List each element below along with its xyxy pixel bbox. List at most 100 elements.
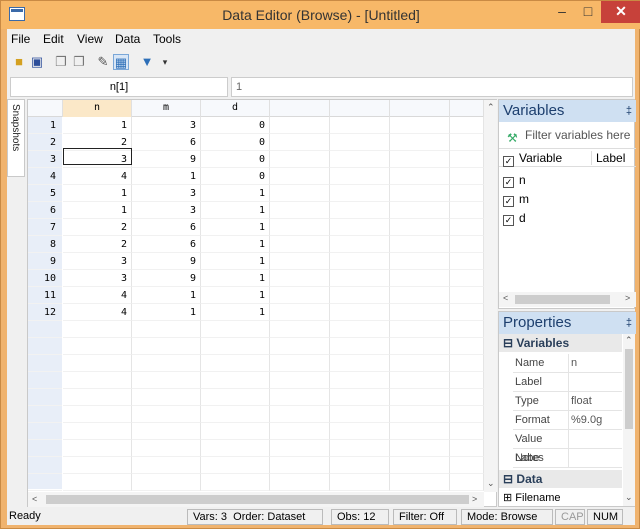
grid-cell-empty[interactable]: [390, 236, 450, 253]
column-header-m[interactable]: m: [132, 100, 201, 117]
grid-cell-empty[interactable]: [450, 321, 484, 338]
minimize-button[interactable]: –: [549, 1, 575, 23]
grid-cell-empty[interactable]: [330, 202, 390, 219]
pin-icon[interactable]: ‡: [626, 100, 632, 122]
grid-cell-empty[interactable]: [330, 287, 390, 304]
grid-cell-empty[interactable]: [390, 270, 450, 287]
grid-cell-empty[interactable]: [330, 321, 390, 338]
grid-cell-empty[interactable]: [330, 406, 390, 423]
grid-cell-n[interactable]: 1: [63, 185, 132, 202]
grid-cell-d[interactable]: [201, 406, 270, 423]
grid-cell-m[interactable]: [132, 338, 201, 355]
pin-icon[interactable]: ‡: [626, 312, 632, 334]
grid-cell-empty[interactable]: [270, 202, 330, 219]
scroll-down-icon[interactable]: ⌄: [625, 492, 633, 503]
grid-cell-empty[interactable]: [330, 338, 390, 355]
menu-tools[interactable]: Tools: [153, 32, 181, 46]
checkbox-icon[interactable]: ✓: [503, 196, 514, 207]
grid-cell-empty[interactable]: [450, 457, 484, 474]
grid-cell-empty[interactable]: [450, 151, 484, 168]
horizontal-scroll-thumb[interactable]: [46, 495, 469, 504]
grid-cell-d[interactable]: 1: [201, 270, 270, 287]
snapshots-tab[interactable]: Snapshots: [7, 99, 25, 177]
grid-cell-empty[interactable]: [390, 355, 450, 372]
grid-cell-empty[interactable]: [270, 134, 330, 151]
grid-cell-m[interactable]: [132, 423, 201, 440]
grid-cell-n[interactable]: 1: [63, 117, 132, 134]
grid-cell-d[interactable]: [201, 457, 270, 474]
grid-cell-m[interactable]: 3: [132, 185, 201, 202]
grid-cell-empty[interactable]: [330, 440, 390, 457]
property-row-filename[interactable]: ⊞ Filename: [503, 489, 622, 508]
row-header[interactable]: 11: [28, 287, 62, 304]
collapse-icon[interactable]: ⊟: [503, 472, 513, 486]
grid-cell-m[interactable]: [132, 406, 201, 423]
expand-icon[interactable]: ⊞: [503, 492, 512, 504]
variables-horizontal-scrollbar[interactable]: < >: [499, 292, 636, 307]
grid-cell-m[interactable]: [132, 355, 201, 372]
grid-cell-m[interactable]: 6: [132, 219, 201, 236]
grid-horizontal-scrollbar[interactable]: < >: [28, 492, 484, 507]
grid-cell-d[interactable]: 1: [201, 253, 270, 270]
grid-cell-empty[interactable]: [390, 185, 450, 202]
grid-cell-d[interactable]: 1: [201, 236, 270, 253]
grid-cell-d[interactable]: [201, 355, 270, 372]
checkbox-icon[interactable]: ✓: [503, 215, 514, 226]
grid-cell-empty[interactable]: [330, 389, 390, 406]
column-header-n[interactable]: n: [63, 100, 132, 117]
row-header[interactable]: 4: [28, 168, 62, 185]
grid-cell-empty[interactable]: [270, 236, 330, 253]
grid-cell-empty[interactable]: [450, 474, 484, 491]
grid-cell-empty[interactable]: [450, 253, 484, 270]
grid-cell-empty[interactable]: [270, 253, 330, 270]
row-header[interactable]: [28, 423, 62, 440]
grid-cell-empty[interactable]: [390, 151, 450, 168]
grid-cell-empty[interactable]: [270, 321, 330, 338]
menu-edit[interactable]: Edit: [43, 32, 64, 46]
grid-cell-m[interactable]: 1: [132, 168, 201, 185]
row-header[interactable]: 8: [28, 236, 62, 253]
grid-cell-n[interactable]: [63, 389, 132, 406]
maximize-button[interactable]: □: [575, 1, 601, 23]
scroll-left-icon[interactable]: <: [503, 293, 508, 303]
data-grid[interactable]: n m d 1130226033904410513161317261826193…: [27, 99, 497, 507]
grid-cell-empty[interactable]: [450, 423, 484, 440]
grid-cell-empty[interactable]: [270, 372, 330, 389]
grid-cell-empty[interactable]: [450, 372, 484, 389]
close-button[interactable]: ✕: [601, 1, 640, 23]
grid-cell-n[interactable]: [63, 423, 132, 440]
grid-cell-empty[interactable]: [330, 219, 390, 236]
grid-cell-empty[interactable]: [330, 423, 390, 440]
grid-cell-empty[interactable]: [330, 134, 390, 151]
open-icon[interactable]: ■: [11, 54, 27, 70]
row-header[interactable]: [28, 406, 62, 423]
grid-vertical-scrollbar[interactable]: ⌃ ⌄: [484, 100, 497, 492]
grid-cell-empty[interactable]: [270, 406, 330, 423]
scroll-down-icon[interactable]: ⌄: [487, 478, 495, 489]
paste-icon[interactable]: ❐: [71, 54, 87, 70]
corner-cell[interactable]: [28, 100, 63, 117]
properties-scroll-thumb[interactable]: [625, 349, 633, 429]
grid-cell-n[interactable]: [63, 355, 132, 372]
save-icon[interactable]: ▣: [29, 54, 45, 70]
label-column-header[interactable]: Label: [591, 151, 625, 165]
menu-view[interactable]: View: [77, 32, 103, 46]
variable-column-header[interactable]: Variable: [519, 151, 562, 165]
grid-cell-empty[interactable]: [390, 440, 450, 457]
grid-cell-empty[interactable]: [270, 219, 330, 236]
grid-cell-empty[interactable]: [390, 168, 450, 185]
grid-cell-m[interactable]: [132, 372, 201, 389]
variable-item[interactable]: ✓ d: [503, 209, 633, 227]
scroll-up-icon[interactable]: ⌃: [487, 102, 495, 113]
dropdown-icon[interactable]: ▾: [157, 54, 173, 70]
grid-cell-empty[interactable]: [270, 474, 330, 491]
row-header[interactable]: [28, 372, 62, 389]
grid-cell-d[interactable]: 1: [201, 202, 270, 219]
grid-cell-d[interactable]: [201, 389, 270, 406]
grid-cell-empty[interactable]: [450, 236, 484, 253]
grid-cell-empty[interactable]: [450, 168, 484, 185]
grid-cell-empty[interactable]: [330, 117, 390, 134]
grid-cell-empty[interactable]: [270, 270, 330, 287]
row-header[interactable]: [28, 338, 62, 355]
grid-cell-n[interactable]: [63, 440, 132, 457]
